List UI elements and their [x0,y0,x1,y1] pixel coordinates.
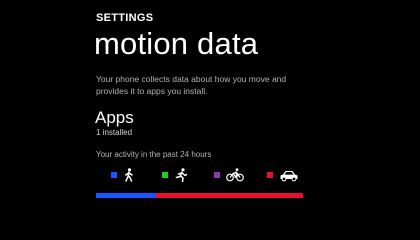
driving-swatch [267,172,273,178]
legend-driving [267,167,299,183]
apps-installed-count: 1 installed [96,128,133,137]
activity-bar [96,193,303,198]
legend-walking [111,167,135,183]
walking-swatch [111,172,117,178]
apps-link[interactable]: Apps [95,108,134,128]
walking-segment [96,193,157,198]
cycling-swatch [214,172,220,178]
legend-cycling [214,167,244,183]
car-icon [280,171,298,182]
page-title: motion data [94,26,259,61]
driving-segment [156,193,303,198]
running-icon [175,168,188,182]
running-swatch [162,172,168,178]
legend-running [162,167,188,183]
activity-label: Your activity in the past 24 hours [96,150,212,159]
bicycle-icon [226,168,244,182]
description-text: Your phone collects data about how you m… [96,74,287,96]
walking-icon [125,168,133,182]
section-label: SETTINGS [96,12,154,24]
